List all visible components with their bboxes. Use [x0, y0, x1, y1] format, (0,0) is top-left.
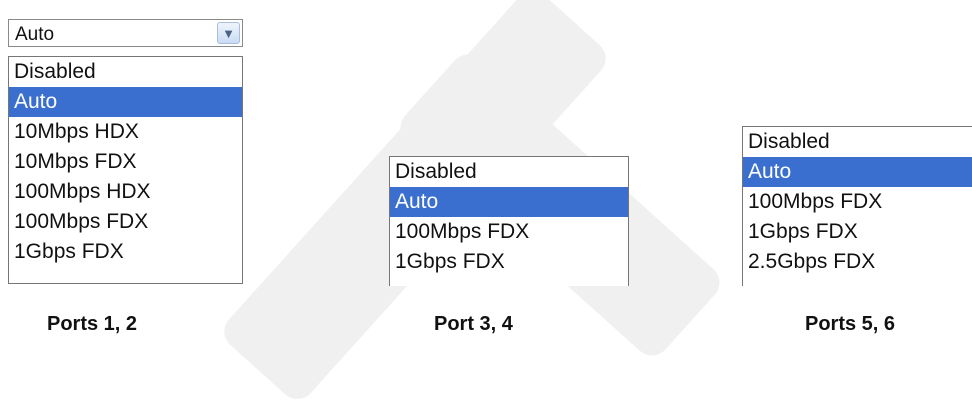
chevron-down-icon: ▼ [222, 25, 235, 41]
dropdown-button[interactable]: ▼ [217, 22, 240, 44]
speed-options-list[interactable]: Disabled Auto 100Mbps FDX 1Gbps FDX [389, 156, 629, 286]
speed-select[interactable]: Auto ▼ [8, 19, 243, 47]
option-item[interactable]: Disabled [390, 157, 628, 187]
speed-options-list[interactable]: Disabled Auto 100Mbps FDX 1Gbps FDX 2.5G… [742, 126, 972, 286]
option-item-selected[interactable]: Auto [9, 87, 242, 117]
option-item[interactable]: Disabled [9, 57, 242, 87]
option-item[interactable]: Disabled [743, 127, 972, 157]
option-item[interactable]: 1Gbps FDX [390, 247, 628, 277]
ports-caption: Ports 5, 6 [805, 313, 896, 335]
speed-options-list[interactable]: Disabled Auto 10Mbps HDX 10Mbps FDX 100M… [8, 56, 243, 284]
option-item-selected[interactable]: Auto [743, 157, 972, 187]
option-item-selected[interactable]: Auto [390, 187, 628, 217]
option-item[interactable]: 100Mbps HDX [9, 177, 242, 207]
option-item[interactable]: 10Mbps HDX [9, 117, 242, 147]
option-item[interactable]: 10Mbps FDX [9, 147, 242, 177]
option-item[interactable]: 1Gbps FDX [9, 237, 242, 267]
option-item[interactable]: 2.5Gbps FDX [743, 247, 972, 277]
select-value: Auto [15, 24, 55, 45]
ports-caption: Port 3, 4 [434, 313, 513, 335]
option-item[interactable]: 1Gbps FDX [743, 217, 972, 247]
option-item[interactable]: 100Mbps FDX [9, 207, 242, 237]
option-item[interactable]: 100Mbps FDX [743, 187, 972, 217]
option-item[interactable]: 100Mbps FDX [390, 217, 628, 247]
ports-caption: Ports 1, 2 [47, 313, 138, 335]
